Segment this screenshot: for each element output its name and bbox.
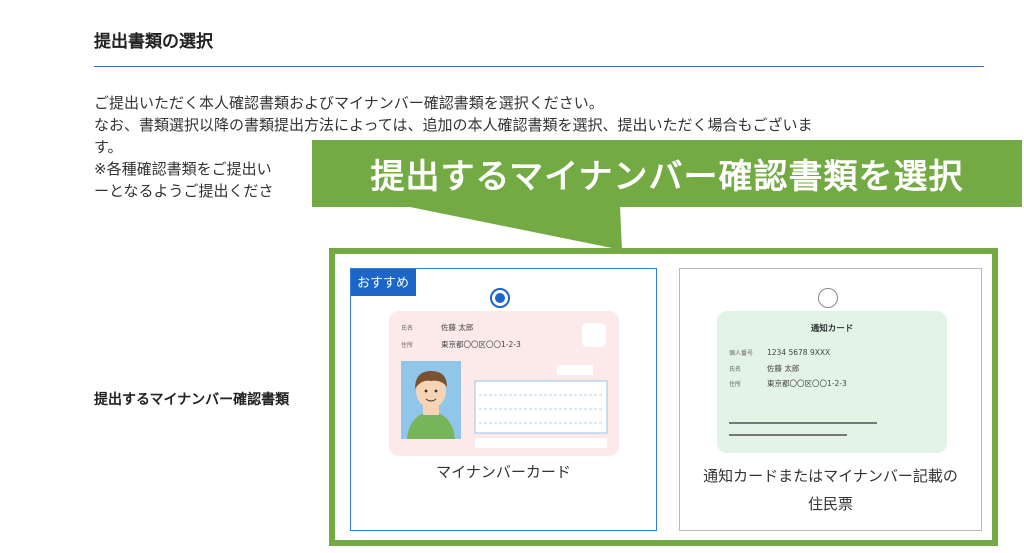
option-label-line: 住民票	[807, 495, 853, 513]
card-bottom-field	[475, 438, 607, 448]
recommended-badge: おすすめ	[351, 269, 417, 296]
intro-text-line: ーとなるようご提出くださ	[94, 182, 274, 200]
intro-text-line: ※各種確認書類をご提出い	[94, 160, 272, 178]
card-small-field	[557, 365, 593, 375]
intro-text-line: ご提出いただく本人確認書類およびマイナンバー確認書類を選択ください。	[94, 94, 604, 112]
card-address: 東京都〇〇区〇〇1-2-3	[441, 339, 521, 349]
card-name: 佐藤 太郎	[767, 363, 799, 373]
option-label-line: 通知カードまたはマイナンバー記載の	[703, 467, 958, 485]
option-label: マイナンバーカード	[436, 463, 571, 481]
card-address: 東京都〇〇区〇〇1-2-3	[767, 378, 847, 388]
callout-banner: 提出するマイナンバー確認書類を選択	[312, 140, 1022, 207]
mynumber-doc-row-label: 提出するマイナンバー確認書類	[94, 392, 290, 408]
callout-pointer-shape	[405, 206, 622, 250]
intro-text-line: なお、書類選択以降の書類提出方法によっては、追加の本人確認書類を選択、提出いただ…	[94, 116, 813, 134]
callout-banner-text: 提出するマイナンバー確認書類を選択	[370, 157, 964, 197]
option-mynumber-card[interactable]: おすすめ 氏名 佐藤 太郎 住所 東京都〇〇区〇〇1-2-3 マイナンバーカード	[350, 268, 657, 531]
radio-notice-card[interactable]	[818, 288, 838, 308]
card-number-key: 個人番号	[729, 349, 753, 357]
portrait-icon	[401, 361, 461, 439]
card-signature-box	[474, 380, 608, 434]
card-name-key: 氏名	[401, 324, 413, 332]
radio-mynumber-card[interactable]	[490, 288, 510, 308]
card-address-key: 住所	[401, 341, 413, 349]
card-chip-box	[582, 323, 606, 347]
section-divider	[94, 66, 984, 67]
mynumber-card-illustration: 氏名 佐藤 太郎 住所 東京都〇〇区〇〇1-2-3	[389, 311, 619, 456]
intro-text-line: す。	[94, 138, 123, 156]
notice-card-title: 通知カード	[811, 323, 854, 334]
card-name-key: 氏名	[729, 365, 741, 373]
option-notice-card[interactable]: 通知カード 個人番号 1234 5678 9XXX 氏名 佐藤 太郎 住所 東京…	[679, 268, 982, 531]
section-title: 提出書類の選択	[94, 32, 213, 52]
notice-card-illustration: 通知カード 個人番号 1234 5678 9XXX 氏名 佐藤 太郎 住所 東京…	[717, 311, 947, 453]
card-name: 佐藤 太郎	[441, 322, 473, 332]
card-number: 1234 5678 9XXX	[767, 348, 830, 357]
card-address-key: 住所	[729, 380, 741, 388]
